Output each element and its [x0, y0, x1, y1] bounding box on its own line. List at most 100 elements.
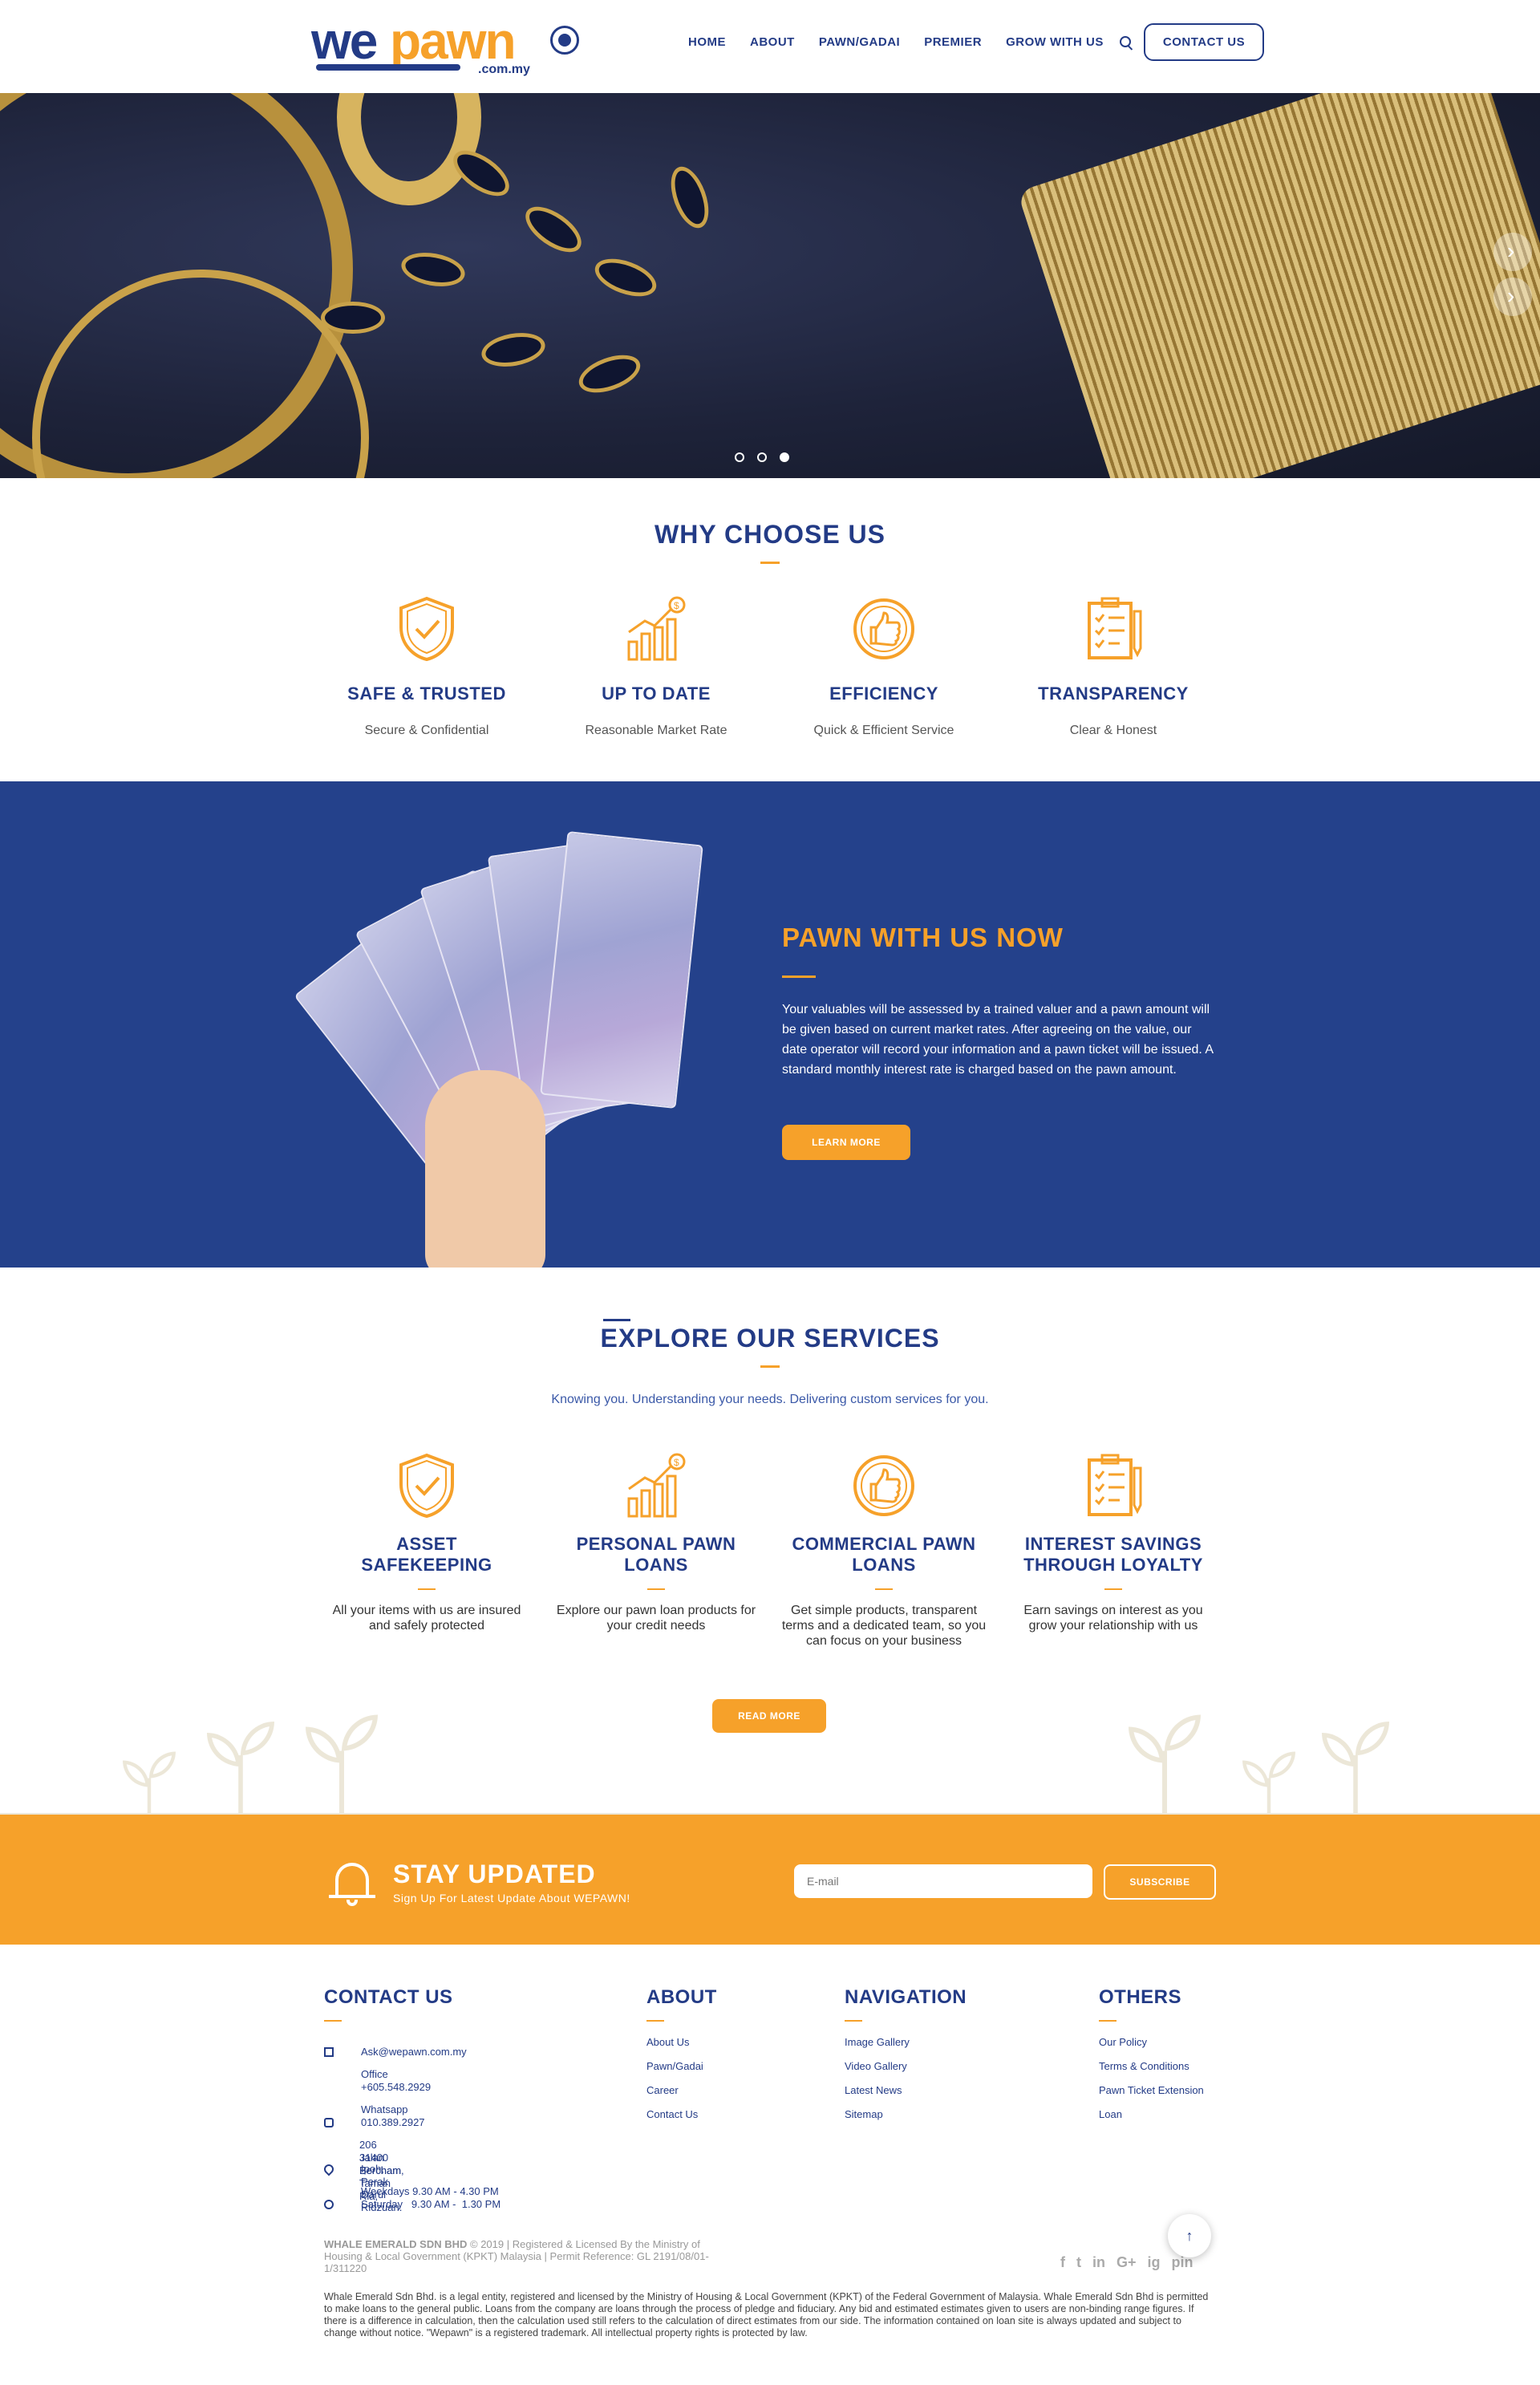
service-title: COMMERCIAL PAWN LOANS — [792, 1534, 976, 1575]
site-footer: CONTACT US Ask@wepawn.com.my Office +605… — [0, 1945, 1540, 2385]
disclaimer-text: Whale Emerald Sdn Bhd. is a legal entity… — [324, 2291, 1209, 2338]
footer-link[interactable]: Latest News — [845, 2084, 967, 2096]
service-desc: All your items with us are insured and s… — [332, 1604, 521, 1633]
sprout-decoration — [1129, 1714, 1201, 1815]
company-name: WHALE EMERALD SDN BHD — [324, 2238, 468, 2250]
slider-next-arrow[interactable] — [1493, 278, 1532, 316]
subscribe-button[interactable]: SUBSCRIBE — [1104, 1864, 1216, 1900]
pawn-title: PAWN WITH US NOW — [782, 923, 1064, 952]
footer-link[interactable]: Image Gallery — [845, 2036, 967, 2048]
nav-grow-with-us[interactable]: GROW WITH US — [1006, 35, 1104, 49]
logo-pawn: pawn — [390, 12, 517, 70]
bell-icon — [329, 1856, 375, 1906]
hand — [425, 1070, 545, 1268]
footer-others: OTHERS Our Policy Terms & Conditions Paw… — [1099, 1986, 1204, 2132]
instagram-icon[interactable]: ig — [1148, 2254, 1161, 2271]
footer-link[interactable]: Career — [646, 2084, 717, 2096]
logo-domain: .com.my — [478, 63, 530, 76]
social-links: f t in G+ ig pin — [1060, 2254, 1194, 2271]
logo-swoosh — [316, 64, 460, 71]
slider-dot[interactable] — [735, 452, 744, 462]
linkedin-icon[interactable]: in — [1092, 2254, 1105, 2271]
learn-more-button[interactable]: LEARN MORE — [782, 1125, 910, 1160]
hero-gem — [321, 302, 385, 334]
office-phone[interactable]: +605.548.2929 — [361, 2081, 431, 2094]
services-subtitle: Knowing you. Understanding your needs. D… — [551, 1393, 989, 1406]
service-title: PERSONAL PAWN LOANS — [576, 1534, 736, 1575]
footer-link[interactable]: Pawn/Gadai — [646, 2060, 717, 2072]
email-icon — [324, 2047, 334, 2057]
slider-dot[interactable] — [757, 452, 767, 462]
service-interest-savings[interactable]: INTEREST SAVINGS THROUGH LOYALTY Earn sav… — [1009, 1452, 1218, 1633]
read-more-button[interactable]: READ MORE — [712, 1699, 826, 1733]
footer-link[interactable]: Sitemap — [845, 2108, 967, 2120]
footer-link[interactable]: Loan — [1099, 2108, 1204, 2120]
footer-underline — [324, 2020, 342, 2022]
feature-title: SAFE & TRUSTED — [347, 683, 506, 704]
hero-gem — [573, 347, 646, 400]
hero-gem — [590, 251, 662, 304]
nav-home[interactable]: HOME — [688, 35, 726, 49]
footer-underline — [646, 2020, 664, 2022]
nav-pawn-gadai[interactable]: PAWN/GADAI — [819, 35, 900, 49]
footer-link[interactable]: Contact Us — [646, 2108, 717, 2120]
pawn-body: Your valuables will be assessed by a tra… — [782, 1003, 1214, 1077]
facebook-icon[interactable]: f — [1060, 2254, 1065, 2271]
footer-link[interactable]: Video Gallery — [845, 2060, 967, 2072]
nav-about[interactable]: ABOUT — [750, 35, 795, 49]
footer-link[interactable]: Terms & Conditions — [1099, 2060, 1204, 2072]
whatsapp-phone[interactable]: 010.389.2927 — [361, 2116, 425, 2129]
back-to-top-button[interactable]: ↑ — [1168, 2214, 1211, 2257]
whatsapp-label: Whatsapp — [361, 2103, 408, 2115]
twitter-icon[interactable]: t — [1076, 2254, 1081, 2271]
office-label: Office — [361, 2068, 388, 2080]
hero-gem — [399, 248, 468, 291]
service-asset-safekeeping[interactable]: ASSET SAFEKEEPING All your items with us … — [322, 1452, 531, 1633]
clipboard-icon — [1081, 595, 1145, 663]
service-underline — [647, 1588, 665, 1590]
feature-efficiency: EFFICIENCY Quick & Efficient Service — [780, 595, 988, 738]
pawn-with-us-section: PAWN WITH US NOW Your valuables will be … — [0, 781, 1540, 1268]
why-underline — [760, 562, 780, 564]
hero-gem — [479, 328, 548, 371]
hero-gem — [663, 161, 716, 233]
shield-check-icon — [395, 595, 459, 663]
slider-dot-active[interactable] — [780, 452, 789, 462]
sprout-decoration — [1242, 1751, 1295, 1815]
feature-title: EFFICIENCY — [829, 683, 938, 704]
services-underline — [760, 1365, 780, 1368]
clock-icon — [324, 2200, 334, 2209]
thumbs-up-icon — [852, 1452, 916, 1519]
sprout-decoration — [207, 1722, 274, 1815]
service-personal-pawn-loans[interactable]: $ PERSONAL PAWN LOANS Explore our pawn lo… — [552, 1452, 760, 1633]
nav-premier[interactable]: PREMIER — [924, 35, 982, 49]
service-underline — [1104, 1588, 1122, 1590]
service-title: INTEREST SAVINGS THROUGH LOYALTY — [1023, 1534, 1203, 1575]
search-icon[interactable] — [1119, 36, 1131, 47]
footer-contact-title: CONTACT US — [324, 1986, 453, 2008]
footer-link[interactable]: Pawn Ticket Extension — [1099, 2084, 1204, 2096]
map-pin-icon — [322, 2162, 336, 2176]
contact-us-button[interactable]: CONTACT US — [1143, 22, 1265, 61]
newsletter-section: STAY UPDATED Sign Up For Latest Update A… — [0, 1815, 1540, 1945]
feature-desc: Clear & Honest — [1069, 724, 1157, 737]
slider-prev-arrow[interactable] — [1493, 233, 1532, 271]
service-commercial-pawn-loans[interactable]: COMMERCIAL PAWN LOANS Get simple products… — [780, 1452, 988, 1649]
service-desc: Explore our pawn loan products for your … — [556, 1604, 756, 1633]
email-input[interactable] — [794, 1864, 1092, 1898]
clipboard-icon — [1081, 1452, 1145, 1519]
feature-desc: Quick & Efficient Service — [813, 724, 954, 737]
footer-link[interactable]: Our Policy — [1099, 2036, 1204, 2048]
footer-link[interactable]: About Us — [646, 2036, 717, 2048]
sprout-decoration — [1322, 1722, 1389, 1815]
logo-we: we — [311, 12, 378, 70]
hero-slider — [0, 93, 1540, 478]
feature-desc: Secure & Confidential — [364, 724, 489, 737]
pawn-underline — [782, 975, 816, 978]
services-top-line — [603, 1319, 630, 1321]
google-plus-icon[interactable]: G+ — [1116, 2254, 1137, 2271]
logo-seal-icon — [550, 26, 579, 55]
thumbs-up-icon — [852, 595, 916, 663]
contact-email[interactable]: Ask@wepawn.com.my — [361, 2046, 467, 2058]
wepawn-logo[interactable]: we pawn .com.my — [311, 11, 584, 77]
